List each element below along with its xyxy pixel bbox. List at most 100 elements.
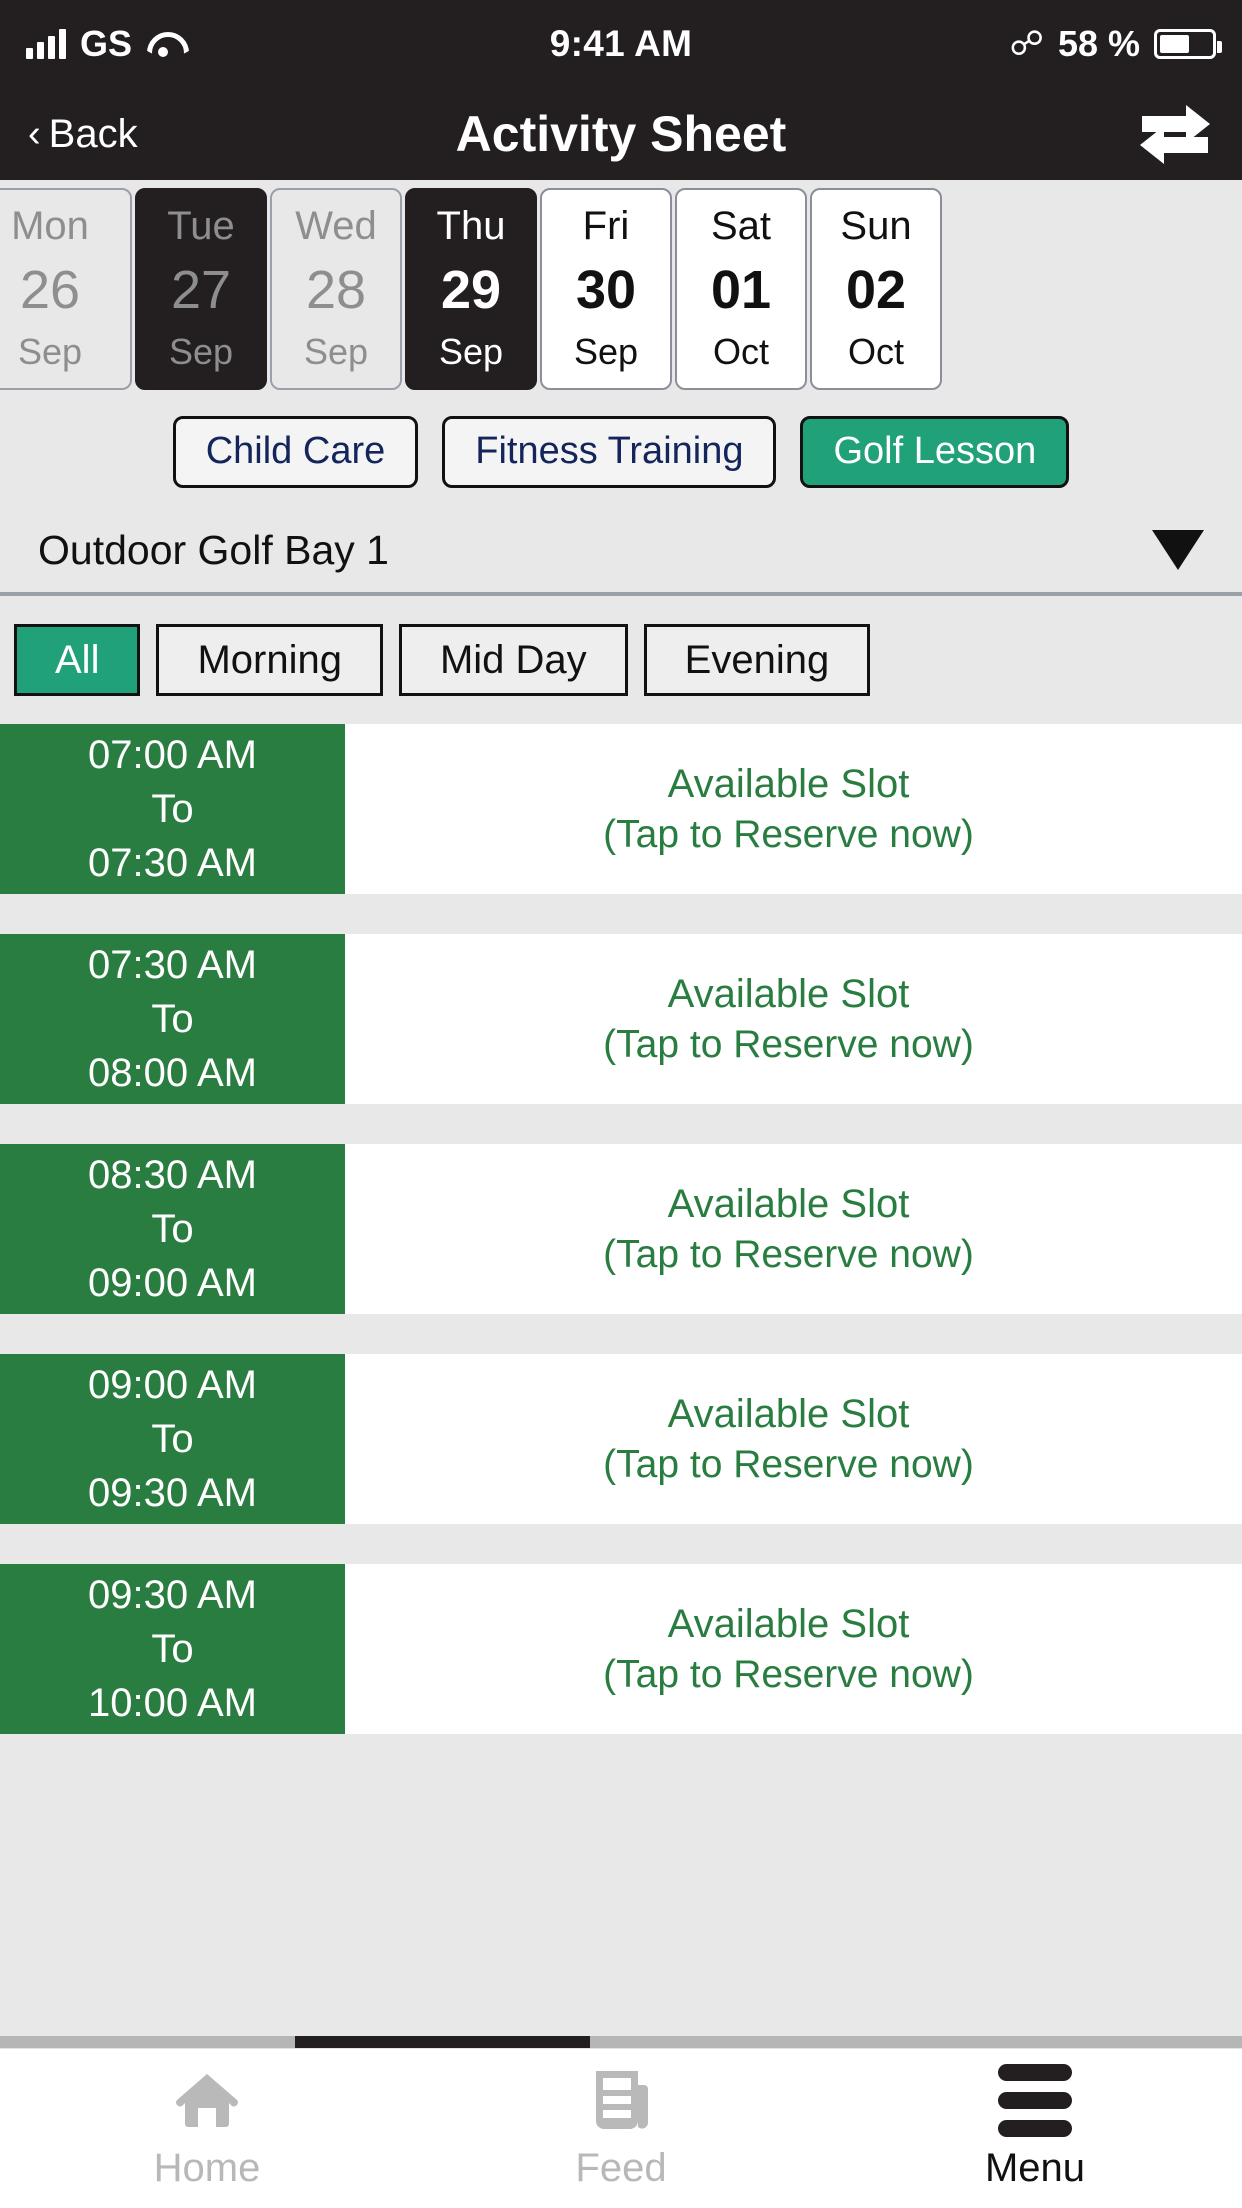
slot-status-label: Available Slot bbox=[668, 1178, 910, 1230]
chevron-down-icon[interactable] bbox=[1152, 530, 1204, 570]
slot-status-label: Available Slot bbox=[668, 968, 910, 1020]
tab-evening[interactable]: Evening bbox=[644, 624, 871, 696]
slot-list[interactable]: 07:00 AM To 07:30 AM Available Slot (Tap… bbox=[0, 724, 1242, 2048]
slot-time-range: 08:30 AM To 09:00 AM bbox=[0, 1144, 345, 1314]
date-card-day: 02 bbox=[846, 263, 906, 317]
scrollbar-thumb[interactable] bbox=[295, 2036, 590, 2048]
date-card-thu[interactable]: Thu 29 Sep bbox=[405, 188, 537, 390]
slot-to-label: To bbox=[151, 992, 193, 1046]
date-card-day: 28 bbox=[306, 263, 366, 317]
date-card-tue[interactable]: Tue 27 Sep bbox=[135, 188, 267, 390]
slot-start-time: 08:30 AM bbox=[88, 1148, 257, 1202]
slot-row[interactable]: 09:00 AM To 09:30 AM Available Slot (Tap… bbox=[0, 1354, 1242, 1524]
slot-status[interactable]: Available Slot (Tap to Reserve now) bbox=[345, 1144, 1242, 1314]
nav-item-label: Feed bbox=[575, 2146, 666, 2191]
slot-to-label: To bbox=[151, 782, 193, 836]
nav-item-label: Menu bbox=[985, 2146, 1085, 2191]
date-card-day: 30 bbox=[576, 263, 636, 317]
tab-label: Morning bbox=[197, 638, 342, 683]
slot-row[interactable]: 09:30 AM To 10:00 AM Available Slot (Tap… bbox=[0, 1564, 1242, 1734]
feed-icon bbox=[592, 2066, 650, 2134]
slot-status-label: Available Slot bbox=[668, 1598, 910, 1650]
battery-percent-label: 58 % bbox=[1058, 23, 1140, 65]
slot-start-time: 09:30 AM bbox=[88, 1568, 257, 1622]
nav-item-feed[interactable]: Feed bbox=[414, 2049, 828, 2208]
app-screen: GS 9:41 AM ☍ 58 % ‹ Back Activity Sheet … bbox=[0, 0, 1242, 2208]
date-card-weekday: Mon bbox=[11, 206, 89, 246]
venue-dropdown[interactable]: Outdoor Golf Bay 1 bbox=[0, 508, 1242, 596]
date-card-month: Sep bbox=[169, 334, 233, 370]
status-bar: GS 9:41 AM ☍ 58 % bbox=[0, 0, 1242, 88]
slot-hint-label: (Tap to Reserve now) bbox=[603, 1650, 974, 1701]
slot-status[interactable]: Available Slot (Tap to Reserve now) bbox=[345, 1354, 1242, 1524]
activity-type-filter: Child Care Fitness Training Golf Lesson bbox=[0, 395, 1242, 508]
slot-start-time: 07:30 AM bbox=[88, 938, 257, 992]
date-card-day: 01 bbox=[711, 263, 771, 317]
date-card-sat[interactable]: Sat 01 Oct bbox=[675, 188, 807, 390]
slot-start-time: 07:00 AM bbox=[88, 728, 257, 782]
slot-status[interactable]: Available Slot (Tap to Reserve now) bbox=[345, 724, 1242, 894]
activity-chip-child-care[interactable]: Child Care bbox=[173, 416, 419, 488]
date-card-weekday: Sun bbox=[840, 206, 911, 246]
horizontal-scrollbar[interactable] bbox=[0, 2036, 1242, 2048]
nav-item-menu[interactable]: Menu bbox=[828, 2049, 1242, 2208]
chevron-left-icon: ‹ bbox=[28, 115, 41, 153]
tab-all[interactable]: All bbox=[14, 624, 140, 696]
tab-morning[interactable]: Morning bbox=[156, 624, 383, 696]
tab-label: Mid Day bbox=[440, 638, 587, 683]
activity-chip-label: Golf Lesson bbox=[833, 430, 1036, 473]
activity-chip-golf-lesson[interactable]: Golf Lesson bbox=[800, 416, 1069, 488]
date-card-month: Sep bbox=[574, 334, 638, 370]
slot-status[interactable]: Available Slot (Tap to Reserve now) bbox=[345, 934, 1242, 1104]
wifi-icon bbox=[146, 31, 180, 57]
slot-time-range: 09:30 AM To 10:00 AM bbox=[0, 1564, 345, 1734]
slot-hint-label: (Tap to Reserve now) bbox=[603, 1440, 974, 1491]
slot-to-label: To bbox=[151, 1622, 193, 1676]
bottom-navigation: Home Feed Menu bbox=[0, 2048, 1242, 2208]
date-card-weekday: Sat bbox=[711, 206, 771, 246]
tab-mid-day[interactable]: Mid Day bbox=[399, 624, 628, 696]
slot-start-time: 09:00 AM bbox=[88, 1358, 257, 1412]
slot-status[interactable]: Available Slot (Tap to Reserve now) bbox=[345, 1564, 1242, 1734]
app-header: ‹ Back Activity Sheet bbox=[0, 88, 1242, 180]
back-button[interactable]: ‹ Back bbox=[28, 112, 138, 157]
date-card-weekday: Tue bbox=[167, 206, 234, 246]
activity-chip-fitness-training[interactable]: Fitness Training bbox=[442, 416, 776, 488]
slot-end-time: 10:00 AM bbox=[88, 1676, 257, 1730]
slot-hint-label: (Tap to Reserve now) bbox=[603, 1230, 974, 1281]
date-card-wed[interactable]: Wed 28 Sep bbox=[270, 188, 402, 390]
activity-chip-label: Fitness Training bbox=[475, 430, 743, 473]
slot-to-label: To bbox=[151, 1412, 193, 1466]
slot-hint-label: (Tap to Reserve now) bbox=[603, 1020, 974, 1071]
date-card-sun[interactable]: Sun 02 Oct bbox=[810, 188, 942, 390]
page-title: Activity Sheet bbox=[0, 105, 1242, 163]
slot-row[interactable]: 08:30 AM To 09:00 AM Available Slot (Tap… bbox=[0, 1144, 1242, 1314]
back-button-label: Back bbox=[49, 112, 138, 157]
carrier-label: GS bbox=[80, 26, 132, 62]
date-strip[interactable]: Mon 26 Sep Tue 27 Sep Wed 28 Sep Thu 29 … bbox=[0, 180, 1242, 395]
date-card-month: Oct bbox=[713, 334, 769, 370]
date-card-weekday: Fri bbox=[583, 206, 630, 246]
slot-hint-label: (Tap to Reserve now) bbox=[603, 810, 974, 861]
date-card-month: Oct bbox=[848, 334, 904, 370]
nav-item-home[interactable]: Home bbox=[0, 2049, 414, 2208]
slot-time-range: 07:30 AM To 08:00 AM bbox=[0, 934, 345, 1104]
slot-row[interactable]: 07:30 AM To 08:00 AM Available Slot (Tap… bbox=[0, 934, 1242, 1104]
slot-end-time: 09:00 AM bbox=[88, 1256, 257, 1310]
date-card-fri[interactable]: Fri 30 Sep bbox=[540, 188, 672, 390]
slot-status-label: Available Slot bbox=[668, 1388, 910, 1440]
slot-row[interactable]: 07:00 AM To 07:30 AM Available Slot (Tap… bbox=[0, 724, 1242, 894]
date-card-mon[interactable]: Mon 26 Sep bbox=[0, 188, 132, 390]
date-card-weekday: Thu bbox=[437, 206, 506, 246]
status-bar-clock: 9:41 AM bbox=[550, 23, 693, 65]
slot-end-time: 08:00 AM bbox=[88, 1046, 257, 1100]
status-bar-left: GS bbox=[26, 26, 550, 62]
date-card-day: 27 bbox=[171, 263, 231, 317]
slot-to-label: To bbox=[151, 1202, 193, 1256]
date-card-month: Sep bbox=[439, 334, 503, 370]
status-bar-right: ☍ 58 % bbox=[692, 23, 1216, 65]
signal-bars-icon bbox=[26, 29, 66, 59]
bluetooth-icon: ☍ bbox=[1010, 27, 1044, 61]
date-card-day: 29 bbox=[441, 263, 501, 317]
swap-arrows-icon[interactable] bbox=[1136, 103, 1214, 165]
